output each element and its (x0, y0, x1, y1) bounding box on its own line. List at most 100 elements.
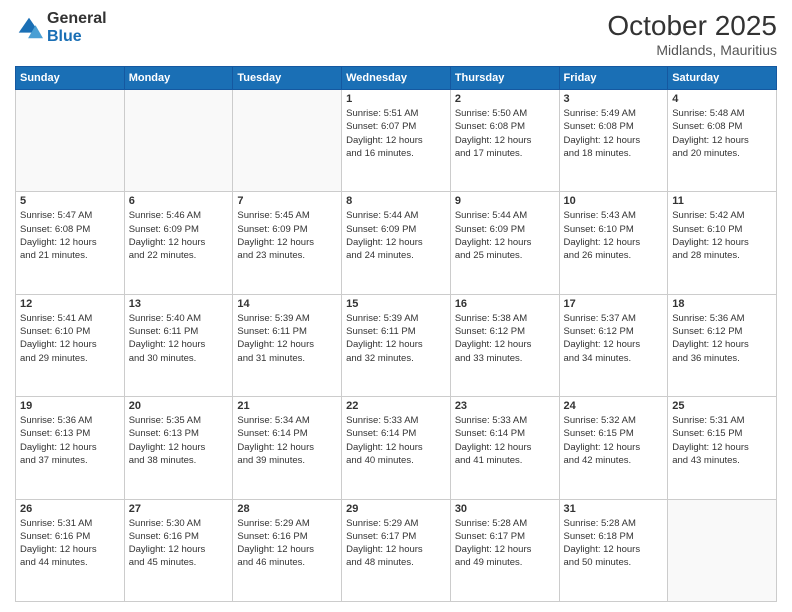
title-block: October 2025 Midlands, Mauritius (607, 10, 777, 58)
day-info: Sunrise: 5:44 AM Sunset: 6:09 PM Dayligh… (346, 209, 446, 262)
day-info: Sunrise: 5:50 AM Sunset: 6:08 PM Dayligh… (455, 107, 555, 160)
calendar-day-header: Wednesday (342, 67, 451, 90)
calendar-cell: 11 Sunrise: 5:42 AM Sunset: 6:10 PM Dayli… (668, 192, 777, 294)
day-number: 20 (129, 400, 229, 412)
day-info: Sunrise: 5:33 AM Sunset: 6:14 PM Dayligh… (346, 414, 446, 467)
calendar-cell: 24Sunrise: 5:32 AM Sunset: 6:15 PM Dayli… (559, 397, 668, 499)
day-number: 11 (672, 195, 772, 207)
calendar-cell: 4 Sunrise: 5:48 AM Sunset: 6:08 PM Daylig… (668, 90, 777, 192)
calendar-cell: 30Sunrise: 5:28 AM Sunset: 6:17 PM Dayli… (450, 499, 559, 601)
logo: General Blue (15, 10, 107, 45)
calendar-cell: 26 Sunrise: 5:31 AM Sunset: 6:16 PM Dayli… (16, 499, 125, 601)
calendar-cell: 12 Sunrise: 5:41 AM Sunset: 6:10 PM Dayli… (16, 294, 125, 396)
calendar-cell: 28Sunrise: 5:29 AM Sunset: 6:16 PM Dayli… (233, 499, 342, 601)
calendar-cell (233, 90, 342, 192)
day-info: Sunrise: 5:32 AM Sunset: 6:15 PM Dayligh… (564, 414, 664, 467)
day-number: 3 (564, 93, 664, 105)
calendar-cell: 17Sunrise: 5:37 AM Sunset: 6:12 PM Dayli… (559, 294, 668, 396)
calendar-cell: 6 Sunrise: 5:46 AM Sunset: 6:09 PM Daylig… (124, 192, 233, 294)
day-info: Sunrise: 5:47 AM Sunset: 6:08 PM Dayligh… (20, 209, 120, 262)
calendar-cell (124, 90, 233, 192)
day-number: 8 (346, 195, 446, 207)
day-number: 25 (672, 400, 772, 412)
day-info: Sunrise: 5:40 AM Sunset: 6:11 PM Dayligh… (129, 312, 229, 365)
calendar-cell: 18 Sunrise: 5:36 AM Sunset: 6:12 PM Dayli… (668, 294, 777, 396)
day-number: 10 (564, 195, 664, 207)
calendar-day-header: Monday (124, 67, 233, 90)
calendar-day-header: Tuesday (233, 67, 342, 90)
day-info: Sunrise: 5:49 AM Sunset: 6:08 PM Dayligh… (564, 107, 664, 160)
calendar-cell (16, 90, 125, 192)
day-number: 29 (346, 503, 446, 515)
day-info: Sunrise: 5:51 AM Sunset: 6:07 PM Dayligh… (346, 107, 446, 160)
month-title: October 2025 (607, 10, 777, 42)
day-info: Sunrise: 5:31 AM Sunset: 6:15 PM Dayligh… (672, 414, 772, 467)
day-info: Sunrise: 5:31 AM Sunset: 6:16 PM Dayligh… (20, 517, 120, 570)
calendar-week-row: 1 Sunrise: 5:51 AM Sunset: 6:07 PM Daylig… (16, 90, 777, 192)
day-info: Sunrise: 5:30 AM Sunset: 6:16 PM Dayligh… (129, 517, 229, 570)
day-number: 26 (20, 503, 120, 515)
day-info: Sunrise: 5:36 AM Sunset: 6:12 PM Dayligh… (672, 312, 772, 365)
day-info: Sunrise: 5:46 AM Sunset: 6:09 PM Dayligh… (129, 209, 229, 262)
day-info: Sunrise: 5:28 AM Sunset: 6:18 PM Dayligh… (564, 517, 664, 570)
day-info: Sunrise: 5:45 AM Sunset: 6:09 PM Dayligh… (237, 209, 337, 262)
logo-text: General Blue (47, 10, 107, 45)
day-number: 23 (455, 400, 555, 412)
calendar-cell: 14Sunrise: 5:39 AM Sunset: 6:11 PM Dayli… (233, 294, 342, 396)
calendar-cell: 27 Sunrise: 5:30 AM Sunset: 6:16 PM Dayli… (124, 499, 233, 601)
calendar-cell: 20 Sunrise: 5:35 AM Sunset: 6:13 PM Dayli… (124, 397, 233, 499)
logo-icon (15, 14, 43, 42)
day-info: Sunrise: 5:43 AM Sunset: 6:10 PM Dayligh… (564, 209, 664, 262)
calendar-week-row: 12 Sunrise: 5:41 AM Sunset: 6:10 PM Dayli… (16, 294, 777, 396)
calendar-cell: 10 Sunrise: 5:43 AM Sunset: 6:10 PM Dayli… (559, 192, 668, 294)
day-info: Sunrise: 5:48 AM Sunset: 6:08 PM Dayligh… (672, 107, 772, 160)
calendar-cell: 8 Sunrise: 5:44 AM Sunset: 6:09 PM Daylig… (342, 192, 451, 294)
calendar-day-header: Friday (559, 67, 668, 90)
day-number: 6 (129, 195, 229, 207)
day-number: 2 (455, 93, 555, 105)
day-number: 12 (20, 298, 120, 310)
day-number: 5 (20, 195, 120, 207)
calendar-cell: 13 Sunrise: 5:40 AM Sunset: 6:11 PM Dayli… (124, 294, 233, 396)
calendar-cell: 25 Sunrise: 5:31 AM Sunset: 6:15 PM Dayli… (668, 397, 777, 499)
calendar-table: SundayMondayTuesdayWednesdayThursdayFrid… (15, 66, 777, 602)
calendar-cell: 16Sunrise: 5:38 AM Sunset: 6:12 PM Dayli… (450, 294, 559, 396)
calendar-cell: 3 Sunrise: 5:49 AM Sunset: 6:08 PM Daylig… (559, 90, 668, 192)
day-number: 27 (129, 503, 229, 515)
calendar-cell: 15Sunrise: 5:39 AM Sunset: 6:11 PM Dayli… (342, 294, 451, 396)
day-info: Sunrise: 5:29 AM Sunset: 6:17 PM Dayligh… (346, 517, 446, 570)
day-info: Sunrise: 5:39 AM Sunset: 6:11 PM Dayligh… (237, 312, 337, 365)
day-info: Sunrise: 5:34 AM Sunset: 6:14 PM Dayligh… (237, 414, 337, 467)
day-info: Sunrise: 5:37 AM Sunset: 6:12 PM Dayligh… (564, 312, 664, 365)
calendar-day-header: Sunday (16, 67, 125, 90)
calendar-cell: 19Sunrise: 5:36 AM Sunset: 6:13 PM Dayli… (16, 397, 125, 499)
day-info: Sunrise: 5:35 AM Sunset: 6:13 PM Dayligh… (129, 414, 229, 467)
day-number: 18 (672, 298, 772, 310)
calendar-cell: 9Sunrise: 5:44 AM Sunset: 6:09 PM Daylig… (450, 192, 559, 294)
calendar-header-row: SundayMondayTuesdayWednesdayThursdayFrid… (16, 67, 777, 90)
day-info: Sunrise: 5:39 AM Sunset: 6:11 PM Dayligh… (346, 312, 446, 365)
calendar-day-header: Saturday (668, 67, 777, 90)
calendar-cell: 29 Sunrise: 5:29 AM Sunset: 6:17 PM Dayli… (342, 499, 451, 601)
header: General Blue October 2025 Midlands, Maur… (15, 10, 777, 58)
day-info: Sunrise: 5:33 AM Sunset: 6:14 PM Dayligh… (455, 414, 555, 467)
day-info: Sunrise: 5:28 AM Sunset: 6:17 PM Dayligh… (455, 517, 555, 570)
calendar-cell: 2 Sunrise: 5:50 AM Sunset: 6:08 PM Daylig… (450, 90, 559, 192)
logo-blue: Blue (47, 28, 82, 45)
calendar-cell: 23 Sunrise: 5:33 AM Sunset: 6:14 PM Dayli… (450, 397, 559, 499)
calendar-cell: 31Sunrise: 5:28 AM Sunset: 6:18 PM Dayli… (559, 499, 668, 601)
day-number: 4 (672, 93, 772, 105)
day-info: Sunrise: 5:41 AM Sunset: 6:10 PM Dayligh… (20, 312, 120, 365)
day-number: 19 (20, 400, 120, 412)
page: General Blue October 2025 Midlands, Maur… (0, 0, 792, 612)
day-number: 21 (237, 400, 337, 412)
calendar-cell (668, 499, 777, 601)
day-info: Sunrise: 5:42 AM Sunset: 6:10 PM Dayligh… (672, 209, 772, 262)
day-number: 13 (129, 298, 229, 310)
calendar-week-row: 26 Sunrise: 5:31 AM Sunset: 6:16 PM Dayli… (16, 499, 777, 601)
day-number: 1 (346, 93, 446, 105)
location: Midlands, Mauritius (607, 42, 777, 58)
day-info: Sunrise: 5:38 AM Sunset: 6:12 PM Dayligh… (455, 312, 555, 365)
calendar-cell: 22Sunrise: 5:33 AM Sunset: 6:14 PM Dayli… (342, 397, 451, 499)
day-info: Sunrise: 5:29 AM Sunset: 6:16 PM Dayligh… (237, 517, 337, 570)
